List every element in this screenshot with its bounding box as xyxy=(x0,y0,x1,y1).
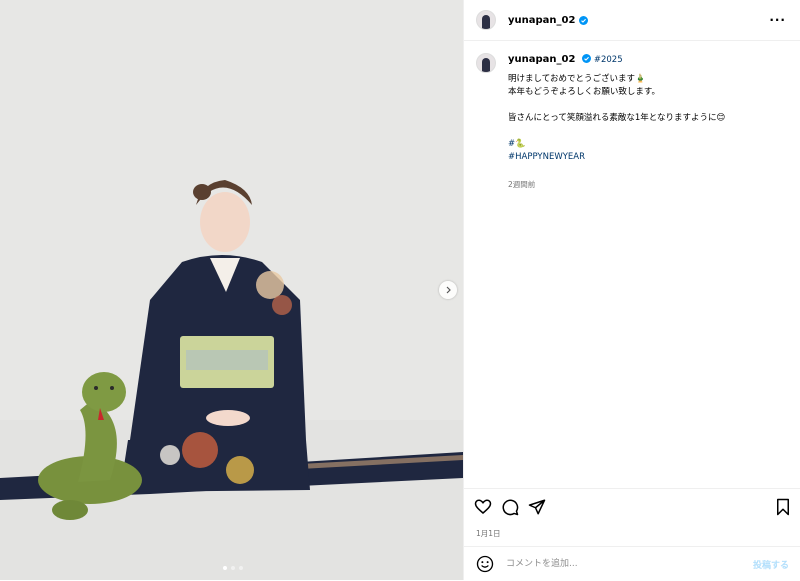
comment-input[interactable] xyxy=(504,558,728,570)
comment-icon[interactable] xyxy=(501,498,519,516)
chevron-right-icon xyxy=(446,286,451,294)
comment-bar: 投稿する xyxy=(464,546,800,581)
verified-badge-icon xyxy=(582,54,592,63)
verified-badge-icon xyxy=(579,15,589,25)
avatar[interactable] xyxy=(476,10,496,30)
carousel-next-button[interactable] xyxy=(439,281,457,299)
instagram-post: yunapan_02 ··· yunapan_02 #2025 明けましておめで… xyxy=(0,0,800,580)
hashtag-link[interactable]: #2025 xyxy=(594,55,623,65)
bookmark-icon[interactable] xyxy=(774,498,792,516)
caption-timestamp[interactable]: 2週間前 xyxy=(508,178,725,191)
caption-line: 本年もどうぞよろしくお願い致します。 xyxy=(508,87,660,97)
header-username[interactable]: yunapan_02 xyxy=(508,15,575,26)
post-date[interactable]: 1月1日 xyxy=(476,528,501,539)
caption-line: 皆さんにとって笑顔溢れる素敵な1年となりますように😊 xyxy=(508,113,726,123)
post-header: yunapan_02 ··· xyxy=(464,0,800,41)
caption-avatar[interactable] xyxy=(476,53,496,73)
emoji-icon[interactable] xyxy=(476,555,494,573)
hashtag-link[interactable]: #HAPPYNEWYEAR xyxy=(508,151,725,164)
action-bar xyxy=(464,488,800,523)
post-media[interactable] xyxy=(0,0,463,580)
post-sidebar: yunapan_02 ··· yunapan_02 #2025 明けましておめで… xyxy=(463,0,800,580)
caption-username[interactable]: yunapan_02 xyxy=(508,54,575,65)
post-comment-button[interactable]: 投稿する xyxy=(753,558,789,571)
caption-body: yunapan_02 #2025 明けましておめでとうございます🎍 本年もどうぞ… xyxy=(508,53,725,191)
carousel-dot xyxy=(231,566,235,570)
carousel-indicator xyxy=(223,566,243,570)
post-photo xyxy=(0,0,463,580)
carousel-dot xyxy=(223,566,227,570)
share-icon[interactable] xyxy=(528,498,546,516)
heart-icon[interactable] xyxy=(474,498,492,516)
carousel-dot xyxy=(239,566,243,570)
caption: yunapan_02 #2025 明けましておめでとうございます🎍 本年もどうぞ… xyxy=(464,41,800,191)
more-options-button[interactable]: ··· xyxy=(769,13,786,27)
hashtag-link[interactable]: #🐍 xyxy=(508,138,725,151)
caption-line: 明けましておめでとうございます🎍 xyxy=(508,74,646,84)
more-icon: ··· xyxy=(769,13,786,27)
